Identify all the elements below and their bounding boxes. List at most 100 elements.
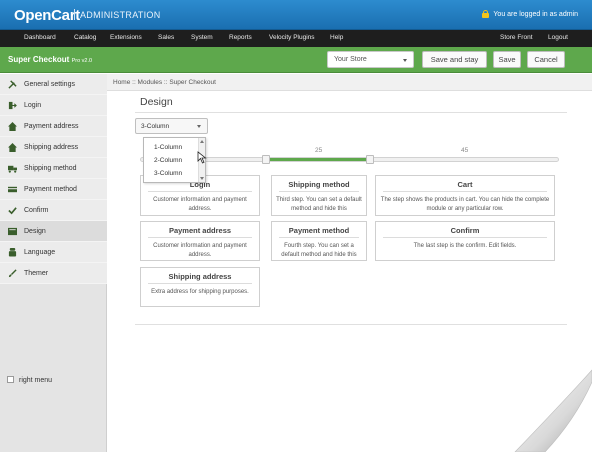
menu-catalog[interactable]: Catalog <box>74 34 96 41</box>
store-select-value: Your Store <box>334 56 367 63</box>
menu-velocity-plugins[interactable]: Velocity Plugins <box>269 34 315 41</box>
page-title: Design <box>140 96 173 108</box>
layout-option-2-column[interactable]: 2-Column <box>154 157 182 164</box>
sidebar-item-label: Confirm <box>24 207 49 214</box>
card-divider <box>279 237 359 238</box>
card-shipping-method[interactable]: Shipping method Third step. You can set … <box>271 175 367 216</box>
card-payment-method[interactable]: Payment method Fourth step. You can set … <box>271 221 367 261</box>
sidebar-item-login[interactable]: Login <box>0 95 107 116</box>
sidebar-item-general-settings[interactable]: General settings <box>0 74 107 95</box>
sidebar-item-label: Language <box>24 249 56 256</box>
sidebar-item-label: Payment method <box>24 186 77 193</box>
logged-in-status: You are logged in as admin <box>482 10 578 18</box>
slider-handle-end[interactable] <box>366 155 374 164</box>
sidebar-item-language[interactable]: Language <box>0 242 107 263</box>
slider-tick-label: 25 <box>315 147 323 154</box>
page-curl-icon <box>505 360 592 452</box>
truck-icon <box>8 165 17 173</box>
card-description: The step shows the products in cart. You… <box>380 197 550 212</box>
sidebar-item-label: Themer <box>24 270 49 277</box>
right-menu-checkbox[interactable] <box>7 376 14 383</box>
card-cart[interactable]: Cart The step shows the products in cart… <box>375 175 555 216</box>
sidebar-item-confirm[interactable]: Confirm <box>0 200 107 221</box>
store-select[interactable]: Your Store <box>327 51 414 68</box>
sidebar-item-design[interactable]: Design <box>0 221 107 242</box>
menu-sales[interactable]: Sales <box>158 34 174 41</box>
right-menu-toggle[interactable]: right menu <box>0 369 107 391</box>
card-description: Third step. You can set a default method… <box>276 197 362 212</box>
sidebar-item-label: Shipping address <box>24 144 79 151</box>
card-title: Confirm <box>450 226 480 235</box>
chevron-down-icon <box>403 59 407 62</box>
save-button[interactable]: Save <box>493 51 521 68</box>
right-menu-label: right menu <box>19 377 53 384</box>
menu-dashboard[interactable]: Dashboard <box>24 34 56 41</box>
design-icon <box>8 227 17 236</box>
sidebar-item-shipping-address[interactable]: Shipping address <box>0 137 107 158</box>
opencart-logo[interactable]: OpenCart <box>14 7 80 24</box>
sidebar-item-payment-method[interactable]: Payment method <box>0 179 107 200</box>
card-shipping-address[interactable]: Shipping address Extra address for shipp… <box>140 267 260 307</box>
sidebar-item-label: Login <box>24 102 42 109</box>
card-title: Payment method <box>288 226 350 235</box>
login-icon <box>8 101 17 110</box>
home-icon <box>8 143 17 152</box>
logged-in-text: You are logged in as admin <box>493 10 578 18</box>
card-divider <box>148 237 252 238</box>
card-divider <box>383 237 547 238</box>
main-menu: Dashboard Catalog Extensions Sales Syste… <box>0 30 592 47</box>
menu-store-front[interactable]: Store Front <box>500 34 533 41</box>
layout-select-value: 3-Column <box>141 123 170 130</box>
card-title: Shipping method <box>288 180 350 189</box>
divider <box>135 324 567 325</box>
sidebar-item-shipping-method[interactable]: Shipping method <box>0 158 107 179</box>
logo-divider <box>74 9 75 20</box>
menu-extensions[interactable]: Extensions <box>110 34 142 41</box>
module-title: Super Checkout Pro v2.0 <box>8 55 92 64</box>
breadcrumb[interactable]: Home :: Modules :: Super Checkout <box>107 74 592 91</box>
slider-tick-label: 45 <box>461 147 469 154</box>
sidebar-item-label: General settings <box>24 81 75 88</box>
layout-select[interactable]: 3-Column <box>135 118 208 134</box>
divider <box>135 112 567 113</box>
save-and-stay-button[interactable]: Save and stay <box>422 51 487 68</box>
menu-logout[interactable]: Logout <box>548 34 568 41</box>
card-description: Fourth step. You can set a default metho… <box>281 243 357 258</box>
card-description: The last step is the confirm. Edit field… <box>413 243 517 249</box>
home-icon <box>8 122 17 131</box>
sidebar-item-label: Shipping method <box>24 165 77 172</box>
tools-icon <box>8 80 17 89</box>
mouse-cursor-icon <box>197 151 207 164</box>
module-toolbar: Super Checkout Pro v2.0 Your Store Save … <box>0 47 592 73</box>
slider-handle-start[interactable] <box>262 155 270 164</box>
card-description: Customer information and payment address… <box>153 197 247 212</box>
cancel-button[interactable]: Cancel <box>527 51 565 68</box>
menu-help[interactable]: Help <box>330 34 343 41</box>
card-divider <box>383 191 547 192</box>
slider-range <box>269 158 370 161</box>
menu-system[interactable]: System <box>191 34 213 41</box>
scroll-down-icon[interactable] <box>200 177 204 180</box>
card-divider <box>148 283 252 284</box>
module-version: Pro v2.0 <box>71 58 93 64</box>
module-title-text: Super Checkout <box>8 55 70 64</box>
card-title: Cart <box>457 180 473 189</box>
menu-reports[interactable]: Reports <box>229 34 252 41</box>
card-icon <box>8 186 17 193</box>
settings-sidebar: General settings Login Payment address S… <box>0 74 107 452</box>
sidebar-item-label: Payment address <box>24 123 79 130</box>
sidebar-item-label: Design <box>24 228 46 235</box>
card-description: Extra address for shipping purposes. <box>151 289 249 295</box>
admin-subtitle: ADMINISTRATION <box>80 10 161 20</box>
sidebar-item-themer[interactable]: Themer <box>0 263 107 284</box>
layout-option-3-column[interactable]: 3-Column <box>154 170 182 177</box>
card-confirm[interactable]: Confirm The last step is the confirm. Ed… <box>375 221 555 261</box>
layout-option-1-column[interactable]: 1-Column <box>154 144 182 151</box>
scroll-up-icon[interactable] <box>200 140 204 143</box>
top-header: OpenCart ADMINISTRATION You are logged i… <box>0 0 592 30</box>
brush-icon <box>8 269 17 278</box>
card-payment-address[interactable]: Payment address Customer information and… <box>140 221 260 261</box>
lock-icon <box>482 10 490 18</box>
sidebar-item-payment-address[interactable]: Payment address <box>0 116 107 137</box>
chevron-down-icon <box>197 125 201 128</box>
